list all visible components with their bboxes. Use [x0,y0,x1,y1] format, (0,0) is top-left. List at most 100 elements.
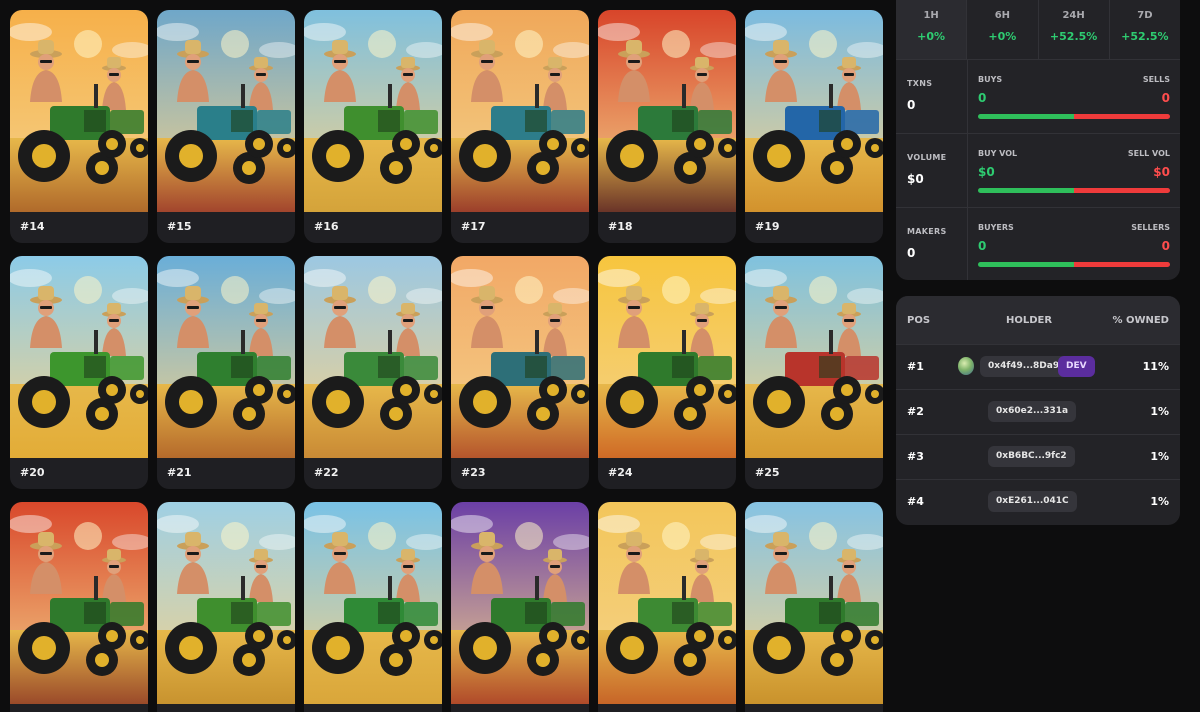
nft-artwork [304,256,442,458]
nft-card[interactable]: #25 [745,256,883,489]
nft-card[interactable]: #26 [10,502,148,712]
tab-24h[interactable]: 24H +52.5% [1039,0,1110,59]
tab-7d-label: 7D [1137,10,1153,21]
nft-card[interactable]: #16 [304,10,442,243]
nft-artwork [157,502,295,704]
sell-vol-value: $0 [1153,165,1170,179]
nft-card[interactable]: #18 [598,10,736,243]
tab-6h-label: 6H [994,10,1011,21]
nft-card[interactable]: #15 [157,10,295,243]
tab-6h[interactable]: 6H +0% [967,0,1039,59]
nft-card[interactable]: #29 [451,502,589,712]
holder-row[interactable]: #3 0xB6BC...9fc2 1% [896,434,1180,479]
txns-value: 0 [907,98,916,112]
tab-1h-change: +0% [917,30,946,43]
owned-header: % OWNED [1112,315,1169,326]
nft-token-id: #23 [461,466,486,479]
volume-summary: VOLUME $0 [896,134,968,207]
tab-7d[interactable]: 7D +52.5% [1110,0,1180,59]
holder-address[interactable]: 0xE261...041C [988,491,1077,512]
holder-header: HOLDER [1006,315,1053,326]
nft-artwork [598,256,736,458]
volume-label: VOLUME [907,153,947,162]
nft-artwork [304,502,442,704]
nft-artwork [598,10,736,212]
holder-pos: #1 [907,360,924,373]
nft-artwork [451,502,589,704]
sellers-value: 0 [1161,239,1170,253]
holder-owned: 1% [1150,495,1169,508]
holder-owned: 1% [1150,405,1169,418]
buyers-value: 0 [978,239,987,253]
nft-token-id: #20 [20,466,45,479]
nft-token-id: #17 [461,220,486,233]
holder-owned: 1% [1150,450,1169,463]
tab-24h-label: 24H [1062,10,1085,21]
txns-summary: TXNS 0 [896,60,968,133]
makers-row: MAKERS 0 BUYERS SELLERS 0 0 [896,208,1180,280]
nft-card[interactable]: #23 [451,256,589,489]
nft-token-id: #18 [608,220,633,233]
nft-artwork [10,256,148,458]
holder-address[interactable]: 0xB6BC...9fc2 [988,446,1075,467]
nft-card[interactable]: #19 [745,10,883,243]
makers-ratio-bar [978,262,1170,267]
nft-artwork [10,502,148,704]
holder-address[interactable]: 0x4f49...8Da9 [980,356,1068,377]
volume-value: $0 [907,172,924,186]
nft-artwork [451,256,589,458]
nft-card[interactable]: #31 [745,502,883,712]
volume-ratio-bar [978,188,1170,193]
holder-pos: #3 [907,450,924,463]
buys-value: 0 [978,91,987,105]
holder-row[interactable]: #1 0x4f49...8Da9 DEV 11% [896,344,1180,389]
buy-vol-label: BUY VOL [978,149,1018,158]
nft-card[interactable]: #22 [304,256,442,489]
holders-header: POS HOLDER % OWNED [896,296,1180,344]
makers-value: 0 [907,246,916,260]
nft-card[interactable]: #28 [304,502,442,712]
nft-token-id: #22 [314,466,339,479]
makers-summary: MAKERS 0 [896,208,968,280]
nft-artwork [10,10,148,212]
nft-artwork [745,256,883,458]
pos-header: POS [907,315,931,326]
sellers-label: SELLERS [1131,223,1170,232]
holder-avatar [958,357,974,375]
buys-sells-ratio-bar [978,114,1170,119]
nft-card[interactable]: #14 [10,10,148,243]
nft-card[interactable]: #21 [157,256,295,489]
nft-artwork [157,10,295,212]
nft-card[interactable]: #30 [598,502,736,712]
txns-label: TXNS [907,79,933,88]
nft-token-id: #14 [20,220,45,233]
sells-label: SELLS [1142,75,1170,84]
trade-stats-panel: 1H +0% 6H +0% 24H +52.5% 7D +52.5% TXNS … [896,0,1180,280]
holder-pos: #4 [907,495,924,508]
nft-token-id: #19 [755,220,780,233]
nft-card[interactable]: #20 [10,256,148,489]
holder-row[interactable]: #2 0x60e2...331a 1% [896,389,1180,434]
nft-card[interactable]: #17 [451,10,589,243]
buy-sell-volume: BUY VOL SELL VOL $0 $0 [978,134,1170,207]
tab-1h[interactable]: 1H +0% [896,0,968,59]
holder-row[interactable]: #4 0xE261...041C 1% [896,479,1180,524]
holder-address[interactable]: 0x60e2...331a [988,401,1077,422]
nft-artwork [157,256,295,458]
nft-token-id: #25 [755,466,780,479]
nft-card[interactable]: #27 [157,502,295,712]
buy-vol-value: $0 [978,165,995,179]
dev-badge: DEV [1058,356,1095,377]
holder-owned: 11% [1142,360,1169,373]
timeframe-tabs: 1H +0% 6H +0% 24H +52.5% 7D +52.5% [896,0,1180,60]
nft-card[interactable]: #24 [598,256,736,489]
volume-row: VOLUME $0 BUY VOL SELL VOL $0 $0 [896,134,1180,208]
tab-24h-change: +52.5% [1049,30,1098,43]
txns-row: TXNS 0 BUYS SELLS 0 0 [896,60,1180,134]
buys-sells: BUYS SELLS 0 0 [978,60,1170,133]
sell-vol-label: SELL VOL [1127,149,1170,158]
nft-token-id: #16 [314,220,339,233]
nft-artwork [598,502,736,704]
nft-artwork [745,502,883,704]
buyers-sellers: BUYERS SELLERS 0 0 [978,208,1170,280]
